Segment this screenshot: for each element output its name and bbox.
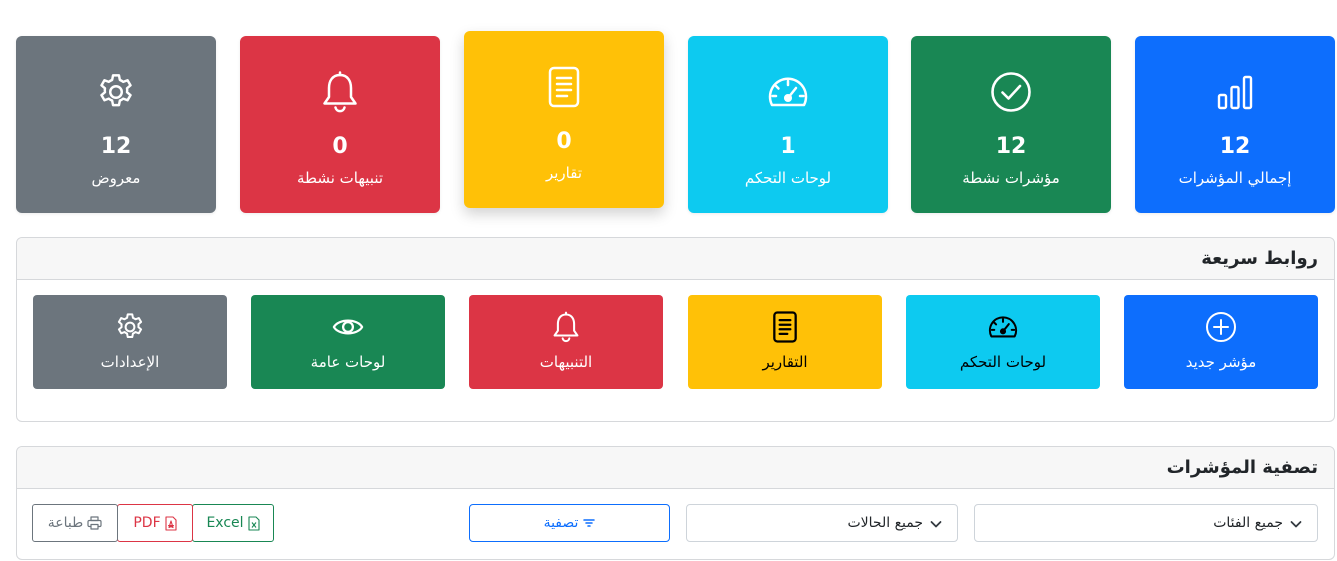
reports-link-label: التقارير xyxy=(762,353,808,371)
export-excel-button[interactable]: Excel xyxy=(192,504,274,542)
settings-link-label: الإعدادات xyxy=(100,353,160,371)
document-icon xyxy=(769,311,801,343)
file-excel-icon xyxy=(247,515,260,531)
quick-links-panel: روابط سريعة مؤشر جديد لوحات التحكم التقا… xyxy=(16,237,1335,422)
reports-link-button[interactable]: التقارير xyxy=(688,295,882,389)
speedometer-icon xyxy=(987,311,1019,343)
eye-icon xyxy=(332,311,364,343)
stat-label: مؤشرات نشطة xyxy=(962,169,1060,187)
export-pdf-button[interactable]: PDF xyxy=(117,504,193,542)
new-indicator-label: مؤشر جديد xyxy=(1185,353,1257,371)
plus-circle-icon xyxy=(1205,311,1237,343)
stat-value: 0 xyxy=(556,129,572,154)
alerts-link-button[interactable]: التنبيهات xyxy=(469,295,663,389)
stat-card-total-indicators: 12 إجمالي المؤشرات xyxy=(1135,36,1335,213)
public-dashboards-label: لوحات عامة xyxy=(310,353,386,371)
filter-icon xyxy=(583,519,596,527)
stat-card-displayed: 12 معروض xyxy=(16,36,216,213)
file-pdf-icon xyxy=(165,515,177,531)
category-select-value: جميع الفئات xyxy=(1213,515,1283,531)
speedometer-icon xyxy=(766,70,810,114)
print-button-label: طباعة xyxy=(47,515,84,531)
category-select[interactable]: جميع الفئات xyxy=(974,504,1318,542)
check-circle-icon xyxy=(989,70,1033,114)
stat-card-active-alerts: 0 تنبيهات نشطة xyxy=(240,36,440,213)
bell-icon xyxy=(318,70,362,114)
gear-icon xyxy=(94,70,138,114)
stat-value: 12 xyxy=(1219,134,1251,159)
status-select[interactable]: جميع الحالات xyxy=(686,504,958,542)
printer-icon xyxy=(87,516,102,530)
apply-filter-button[interactable]: تصفية xyxy=(469,504,670,542)
new-indicator-button[interactable]: مؤشر جديد xyxy=(1124,295,1318,389)
bar-chart-icon xyxy=(1213,70,1257,114)
stat-card-dashboards: 1 لوحات التحكم xyxy=(688,36,888,213)
filter-panel: تصفية المؤشرات جميع الفئات جميع الحالات … xyxy=(16,446,1335,560)
bell-icon xyxy=(550,311,582,343)
stat-label: معروض xyxy=(91,169,141,187)
stat-value: 12 xyxy=(100,134,132,159)
dashboards-link-button[interactable]: لوحات التحكم xyxy=(906,295,1100,389)
stat-value: 1 xyxy=(780,134,796,159)
excel-button-label: Excel xyxy=(206,515,244,531)
stat-label: تقارير xyxy=(545,164,583,182)
alerts-link-label: التنبيهات xyxy=(539,353,593,371)
dashboards-link-label: لوحات التحكم xyxy=(959,353,1047,371)
stat-value: 0 xyxy=(332,134,348,159)
filter-button-label: تصفية xyxy=(543,515,579,531)
filter-panel-title: تصفية المؤشرات xyxy=(17,447,1334,489)
stat-label: لوحات التحكم xyxy=(744,169,832,187)
gear-icon xyxy=(114,311,146,343)
stat-label: إجمالي المؤشرات xyxy=(1178,169,1292,187)
chevron-down-icon xyxy=(930,521,942,528)
public-dashboards-button[interactable]: لوحات عامة xyxy=(251,295,445,389)
pdf-button-label: PDF xyxy=(133,515,161,531)
stat-label: تنبيهات نشطة xyxy=(296,169,384,187)
stat-card-reports: 0 تقارير xyxy=(464,31,664,208)
document-icon xyxy=(542,65,586,109)
chevron-down-icon xyxy=(1290,521,1302,528)
status-select-value: جميع الحالات xyxy=(847,515,924,531)
stat-value: 12 xyxy=(995,134,1027,159)
quick-links-title: روابط سريعة xyxy=(17,238,1334,280)
settings-link-button[interactable]: الإعدادات xyxy=(33,295,227,389)
stat-card-active-indicators: 12 مؤشرات نشطة xyxy=(911,36,1111,213)
print-button[interactable]: طباعة xyxy=(32,504,118,542)
